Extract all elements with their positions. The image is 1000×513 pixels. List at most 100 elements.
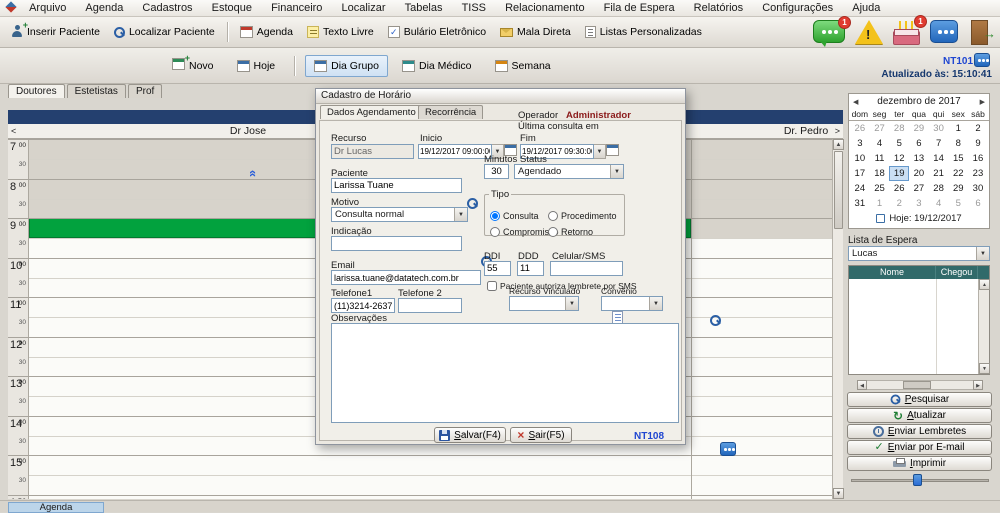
listas-personalizadas-button[interactable]: Listas Personalizadas (578, 21, 709, 43)
tipo-procedimento-radio[interactable]: Procedimento (548, 211, 617, 221)
scroll-down-icon[interactable]: ▼ (979, 363, 990, 374)
chat-icon[interactable]: 1 (813, 20, 845, 43)
calendar-day[interactable]: 7 (929, 136, 949, 151)
support-chat-icon[interactable] (720, 442, 736, 456)
indicacao-input[interactable] (331, 236, 462, 251)
dia-medico-button[interactable]: Dia Médico (393, 55, 481, 77)
grid-vertical-scrollbar[interactable]: ▲ ▼ (832, 139, 843, 499)
calendar-day[interactable]: 4 (929, 196, 949, 211)
calendar-day[interactable]: 16 (968, 151, 988, 166)
waiting-list-hscrollbar[interactable]: ◀ ▶ (857, 380, 983, 390)
calendar-day[interactable]: 1 (870, 196, 890, 211)
pesquisar-button[interactable]: Pesquisar (847, 392, 992, 407)
motivo-select[interactable]: Consulta normal ▼ (331, 207, 468, 222)
lista-espera-select[interactable]: Lucas ▼ (848, 246, 990, 261)
hour-row[interactable]: 160030 (8, 495, 832, 500)
scroll-up-icon[interactable]: ▲ (979, 279, 990, 290)
calendar-day[interactable]: 20 (909, 166, 929, 181)
prev-month-icon[interactable]: ◀ (853, 98, 858, 106)
tab-estetistas[interactable]: Estetistas (67, 84, 126, 98)
celular-input[interactable] (550, 261, 623, 276)
next-month-icon[interactable]: ▶ (980, 98, 985, 106)
calendar-day[interactable]: 21 (929, 166, 949, 181)
imprimir-button[interactable]: Imprimir (847, 456, 992, 471)
localizar-paciente-button[interactable]: Localizar Paciente (107, 21, 222, 43)
search-paciente-icon[interactable] (467, 198, 478, 209)
inserir-paciente-button[interactable]: + Inserir Paciente (4, 20, 107, 45)
calendar-day[interactable]: 8 (948, 136, 968, 151)
calendar-day[interactable]: 2 (889, 196, 909, 211)
tab-recorrencia[interactable]: Recorrência (418, 105, 483, 119)
calendar-day[interactable]: 28 (929, 181, 949, 196)
fim-dropdown-icon[interactable]: ▼ (594, 144, 606, 159)
agenda-button[interactable]: Agenda (233, 21, 300, 43)
calendar-day[interactable]: 14 (929, 151, 949, 166)
calendar-day-selected[interactable]: 19 (889, 166, 909, 181)
calendar-day[interactable]: 9 (968, 136, 988, 151)
today-label[interactable]: Hoje: 19/12/2017 (889, 213, 961, 224)
calendar-day[interactable]: 30 (929, 121, 949, 136)
sair-button[interactable]: ×Sair(F5) (510, 427, 572, 443)
calendar-day[interactable]: 3 (909, 196, 929, 211)
recurso-vinculado-select[interactable]: ▼ (509, 296, 579, 311)
calendar-day[interactable]: 27 (870, 121, 890, 136)
waiting-list-scrollbar[interactable]: ▲ ▼ (978, 279, 989, 374)
calendar-day[interactable]: 31 (850, 196, 870, 211)
calendar-day[interactable]: 15 (948, 151, 968, 166)
waiting-list-body[interactable] (849, 279, 978, 374)
search-convenio-icon[interactable] (710, 315, 721, 326)
bulario-eletronico-button[interactable]: ✓ Bulário Eletrônico (381, 21, 493, 43)
tab-dados-agendamento[interactable]: Dados Agendamento (320, 105, 423, 119)
logout-icon[interactable]: → (968, 20, 994, 45)
fim-calendar-icon[interactable] (606, 144, 619, 156)
agenda-bottom-tab[interactable]: Agenda (8, 502, 104, 513)
convenio-select[interactable]: ▼ (601, 296, 663, 311)
calendar-day[interactable]: 28 (889, 121, 909, 136)
calendar-day[interactable]: 3 (850, 136, 870, 151)
tab-doutores[interactable]: Doutores (8, 84, 65, 98)
ddi-input[interactable] (484, 261, 511, 276)
tipo-retorno-radio[interactable]: Retorno (548, 227, 593, 237)
menu-item-estoque[interactable]: Estoque (204, 0, 260, 16)
birthday-icon[interactable]: 1 (893, 20, 920, 45)
dia-grupo-button[interactable]: Dia Grupo (305, 55, 388, 77)
enviar-por-email-button[interactable]: ✓Enviar por E-mail (847, 440, 992, 455)
menu-item-financeiro[interactable]: Financeiro (263, 0, 330, 16)
calendar-day[interactable]: 18 (870, 166, 890, 181)
calendar-day[interactable]: 26 (850, 121, 870, 136)
menu-item-cadastros[interactable]: Cadastros (134, 0, 200, 16)
calendar-day[interactable]: 5 (948, 196, 968, 211)
menu-item-localizar[interactable]: Localizar (333, 0, 393, 16)
hoje-button[interactable]: Hoje (228, 55, 285, 77)
semana-button[interactable]: Semana (486, 55, 560, 77)
calendar-day[interactable]: 4 (870, 136, 890, 151)
calendar-day[interactable]: 12 (889, 151, 909, 166)
enviar-lembretes-button[interactable]: Enviar Lembretes (847, 424, 992, 439)
novo-button[interactable]: + Novo (163, 53, 223, 78)
paciente-input[interactable] (331, 178, 462, 193)
minutos-input[interactable] (484, 164, 509, 179)
hour-row[interactable]: 150030 (8, 455, 832, 495)
menu-item-ajuda[interactable]: Ajuda (844, 0, 888, 16)
observacoes-textarea[interactable] (331, 323, 679, 423)
tipo-consulta-radio[interactable]: Consulta (490, 211, 539, 221)
calendar-day[interactable]: 29 (948, 181, 968, 196)
menu-item-arquivo[interactable]: Arquivo (21, 0, 74, 16)
alert-icon[interactable]: ! (855, 20, 883, 44)
calendar-day[interactable]: 26 (889, 181, 909, 196)
scroll-right-icon[interactable]: ▶ (973, 380, 983, 390)
recurso-input[interactable] (331, 144, 414, 159)
salvar-button[interactable]: Salvar(F4) (434, 427, 506, 443)
support-chat-icon[interactable] (930, 20, 958, 43)
scroll-down-icon[interactable]: ▼ (833, 488, 844, 499)
menu-item-relacionamento[interactable]: Relacionamento (497, 0, 593, 16)
calendar-day[interactable]: 1 (948, 121, 968, 136)
calendar-day[interactable]: 27 (909, 181, 929, 196)
calendar-day[interactable]: 13 (909, 151, 929, 166)
scrollbar-thumb[interactable] (834, 151, 843, 229)
menu-item-tabelas[interactable]: Tabelas (397, 0, 451, 16)
tab-prof[interactable]: Prof (128, 84, 162, 98)
slider-thumb[interactable] (913, 474, 922, 486)
calendar-day[interactable]: 11 (870, 151, 890, 166)
scrollbar-thumb[interactable] (903, 381, 931, 389)
